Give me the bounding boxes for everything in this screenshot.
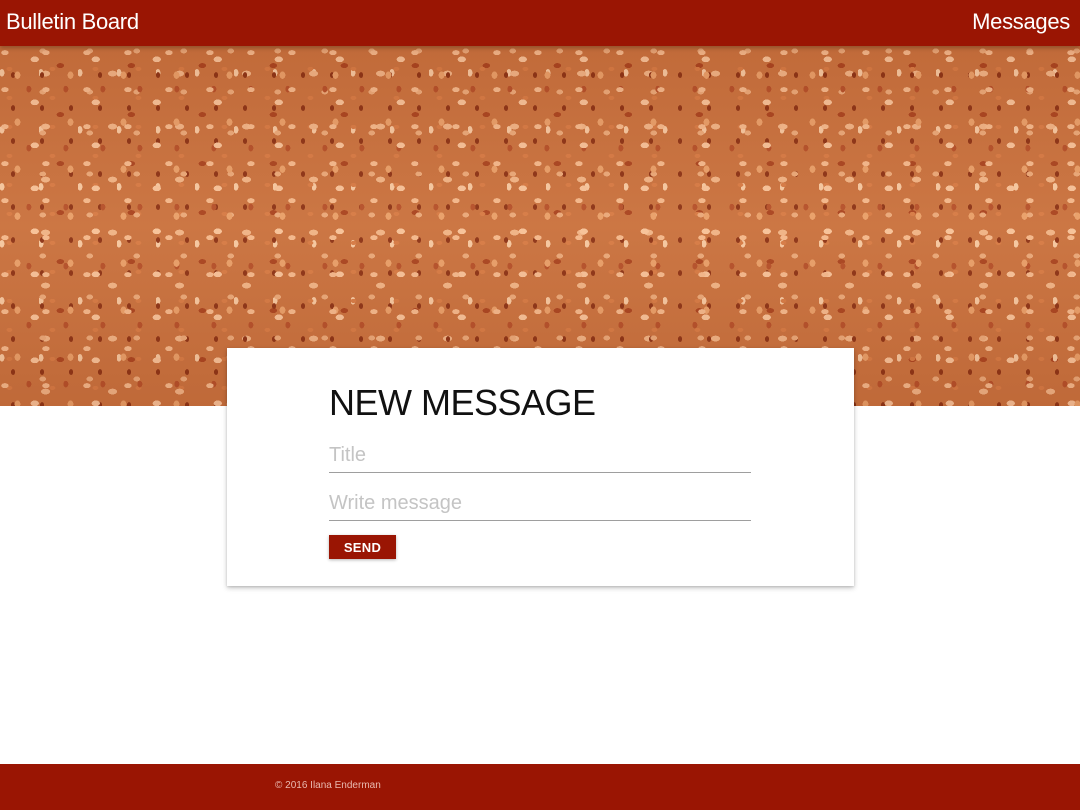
- new-message-card: NEW MESSAGE SEND: [227, 348, 854, 586]
- top-navbar: Bulletin Board Messages: [0, 0, 1080, 46]
- brand-logo-link[interactable]: Bulletin Board: [6, 9, 139, 35]
- send-button[interactable]: SEND: [329, 535, 396, 559]
- copyright-text: © 2016 Ilana Enderman: [275, 780, 381, 791]
- message-input[interactable]: [329, 486, 751, 521]
- page-footer: © 2016 Ilana Enderman: [0, 764, 1080, 810]
- messages-link[interactable]: Messages: [972, 9, 1070, 35]
- new-message-heading: NEW MESSAGE: [329, 382, 596, 423]
- title-input[interactable]: [329, 438, 751, 473]
